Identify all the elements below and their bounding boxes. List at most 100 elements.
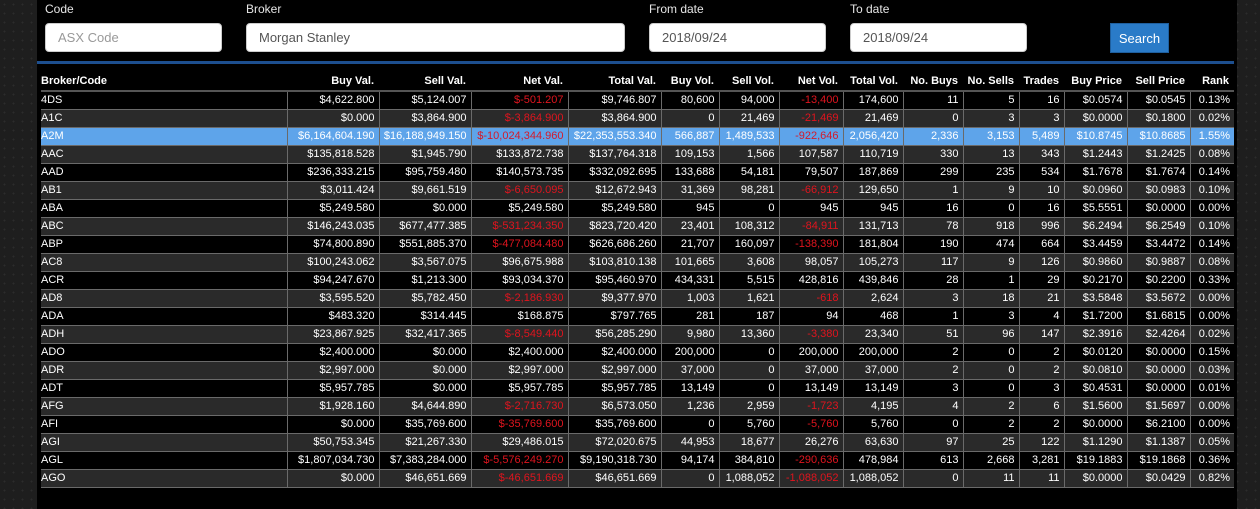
column-header-total-vol[interactable]: Total Vol.	[843, 73, 903, 92]
table-row[interactable]: ADA $483.320 $314.445 $168.875 $797.765 281 18…	[41, 307, 1234, 326]
cell-broker-code[interactable]: AD8	[41, 289, 287, 308]
cell-broker-code[interactable]: AGI	[41, 433, 287, 452]
table-row[interactable]: ADH $23,867.925 $32,417.365 $-8,549.440 $56,…	[41, 325, 1234, 344]
table-row[interactable]: ABP $74,800.890 $551,885.370 $-477,084.480 $…	[41, 235, 1234, 254]
cell-no-buys: 97	[902, 433, 963, 452]
cell-no-sells: 1	[962, 271, 1019, 290]
cell-broker-code[interactable]: ABP	[41, 235, 287, 254]
table-row[interactable]: AAD $236,333.215 $95,759.480 $140,573.735 $3…	[41, 163, 1234, 182]
column-header-total-val[interactable]: Total Val.	[568, 73, 661, 92]
table-row[interactable]: ACR $94,247.670 $1,213.300 $93,034.370 $95,4…	[41, 271, 1234, 290]
cell-trades: 3	[1018, 109, 1064, 128]
cell-trades: 21	[1018, 289, 1064, 308]
cell-broker-code[interactable]: AC8	[41, 253, 287, 272]
cell-sell-val: $1,945.790	[378, 145, 471, 164]
table-row[interactable]: ADT $5,957.785 $0.000 $5,957.785 $5,957.785 1…	[41, 379, 1234, 398]
cell-broker-code[interactable]: ABC	[41, 217, 287, 236]
table-row[interactable]: AFG $1,928.160 $4,644.890 $-2,716.730 $6,573…	[41, 397, 1234, 416]
table-row[interactable]: ABC $146,243.035 $677,477.385 $-531,234.350…	[41, 217, 1234, 236]
column-header-buy-val[interactable]: Buy Val.	[287, 73, 379, 92]
cell-broker-code[interactable]: A2M	[41, 127, 287, 146]
cell-broker-code[interactable]: AGO	[41, 469, 287, 488]
table-row[interactable]: ADR $2,997.000 $0.000 $2,997.000 $2,997.000 3…	[41, 361, 1234, 380]
cell-broker-code[interactable]: AGL	[41, 451, 287, 470]
from-date-input[interactable]	[649, 23, 826, 52]
to-date-input[interactable]	[850, 23, 1027, 52]
cell-sell-vol: 1,088,052	[718, 469, 779, 488]
cell-total-vol: 13,149	[842, 379, 903, 398]
cell-broker-code[interactable]: A1C	[41, 109, 287, 128]
cell-total-val: $9,377.970	[567, 289, 661, 308]
table-row[interactable]: 4DS $4,622.800 $5,124.007 $-501.207 $9,746.8…	[41, 91, 1234, 110]
table-row[interactable]: A1C $0.000 $3,864.900 $-3,864.900 $3,864.900…	[41, 109, 1234, 128]
cell-no-sells: 13	[962, 145, 1019, 164]
table-row[interactable]: AAC $135,818.528 $1,945.790 $133,872.738 $13…	[41, 145, 1234, 164]
cell-broker-code[interactable]: ADT	[41, 379, 287, 398]
cell-net-val: $-477,084.480	[470, 235, 568, 254]
cell-net-val: $2,997.000	[470, 361, 568, 380]
cell-broker-code[interactable]: ADH	[41, 325, 287, 344]
cell-total-val: $3,864.900	[567, 109, 661, 128]
cell-net-vol: -922,646	[778, 127, 843, 146]
column-header-rank[interactable]: Rank	[1190, 73, 1234, 92]
cell-broker-code[interactable]: ADR	[41, 361, 287, 380]
cell-sell-val: $1,213.300	[378, 271, 471, 290]
cell-broker-code[interactable]: ADA	[41, 307, 287, 326]
cell-broker-code[interactable]: AFI	[41, 415, 287, 434]
cell-buy-price: $0.0120	[1063, 343, 1127, 362]
table-row[interactable]: ADO $2,400.000 $0.000 $2,400.000 $2,400.000 2…	[41, 343, 1234, 362]
cell-buy-val: $1,807,034.730	[286, 451, 379, 470]
cell-buy-vol: 9,980	[660, 325, 719, 344]
column-header-net-val[interactable]: Net Val.	[471, 73, 568, 92]
cell-broker-code[interactable]: ABA	[41, 199, 287, 218]
table-row[interactable]: AFI $0.000 $35,769.600 $-35,769.600 $35,769.…	[41, 415, 1234, 434]
cell-broker-code[interactable]: ACR	[41, 271, 287, 290]
cell-buy-val: $0.000	[286, 415, 379, 434]
column-header-buy-price[interactable]: Buy Price	[1064, 73, 1127, 92]
code-input[interactable]	[45, 23, 222, 52]
cell-net-vol: -84,911	[778, 217, 843, 236]
table-row[interactable]: AD8 $3,595.520 $5,782.450 $-2,186.930 $9,377…	[41, 289, 1234, 308]
column-header-sell-val[interactable]: Sell Val.	[379, 73, 471, 92]
cell-sell-price: $6.2100	[1126, 415, 1190, 434]
cell-buy-vol: 80,600	[660, 91, 719, 110]
column-header-buy-vol[interactable]: Buy Vol.	[661, 73, 719, 92]
cell-broker-code[interactable]: AAC	[41, 145, 287, 164]
cell-trades: 147	[1018, 325, 1064, 344]
column-header-no-sells[interactable]: No. Sells	[963, 73, 1019, 92]
search-button[interactable]: Search	[1110, 23, 1169, 53]
cell-buy-vol: 0	[660, 415, 719, 434]
cell-no-sells: 25	[962, 433, 1019, 452]
column-header-no-buys[interactable]: No. Buys	[903, 73, 963, 92]
table-row[interactable]: AGL $1,807,034.730 $7,383,284.000 $-5,576,2…	[41, 451, 1234, 470]
cell-rank: 0.33%	[1189, 271, 1234, 290]
cell-broker-code[interactable]: AFG	[41, 397, 287, 416]
cell-net-vol: 200,000	[778, 343, 843, 362]
cell-total-vol: 4,195	[842, 397, 903, 416]
table-row[interactable]: AGI $50,753.345 $21,267.330 $29,486.015 $72,…	[41, 433, 1234, 452]
cell-rank: 0.00%	[1189, 415, 1234, 434]
table-row[interactable]: ABA $5,249.580 $0.000 $5,249.580 $5,249.580 9…	[41, 199, 1234, 218]
cell-net-vol: -618	[778, 289, 843, 308]
cell-broker-code[interactable]: AB1	[41, 181, 287, 200]
column-header-net-vol[interactable]: Net Vol.	[779, 73, 843, 92]
table-row[interactable]: AC8 $100,243.062 $3,567.075 $96,675.988 $103…	[41, 253, 1234, 272]
cell-rank: 0.00%	[1189, 289, 1234, 308]
cell-trades: 996	[1018, 217, 1064, 236]
column-header-sell-price[interactable]: Sell Price	[1127, 73, 1190, 92]
table-row[interactable]: AGO $0.000 $46,651.669 $-46,651.669 $46,651.…	[41, 469, 1234, 488]
cell-sell-vol: 0	[718, 361, 779, 380]
table-row-selected[interactable]: A2M $6,164,604.190 $16,188,949.150 $-10,024…	[41, 127, 1234, 146]
broker-input[interactable]	[246, 23, 625, 52]
column-header-broker-code[interactable]: Broker/Code	[41, 73, 287, 92]
cell-broker-code[interactable]: 4DS	[41, 91, 287, 110]
cell-sell-price: $1.7674	[1126, 163, 1190, 182]
cell-total-val: $56,285.290	[567, 325, 661, 344]
cell-broker-code[interactable]: AAD	[41, 163, 287, 182]
cell-broker-code[interactable]: ADO	[41, 343, 287, 362]
cell-sell-val: $46,651.669	[378, 469, 471, 488]
table-row[interactable]: AB1 $3,011.424 $9,661.519 $-6,650.095 $12,67…	[41, 181, 1234, 200]
column-header-sell-vol[interactable]: Sell Vol.	[719, 73, 779, 92]
column-header-trades[interactable]: Trades	[1019, 73, 1064, 92]
cell-buy-price: $0.0810	[1063, 361, 1127, 380]
